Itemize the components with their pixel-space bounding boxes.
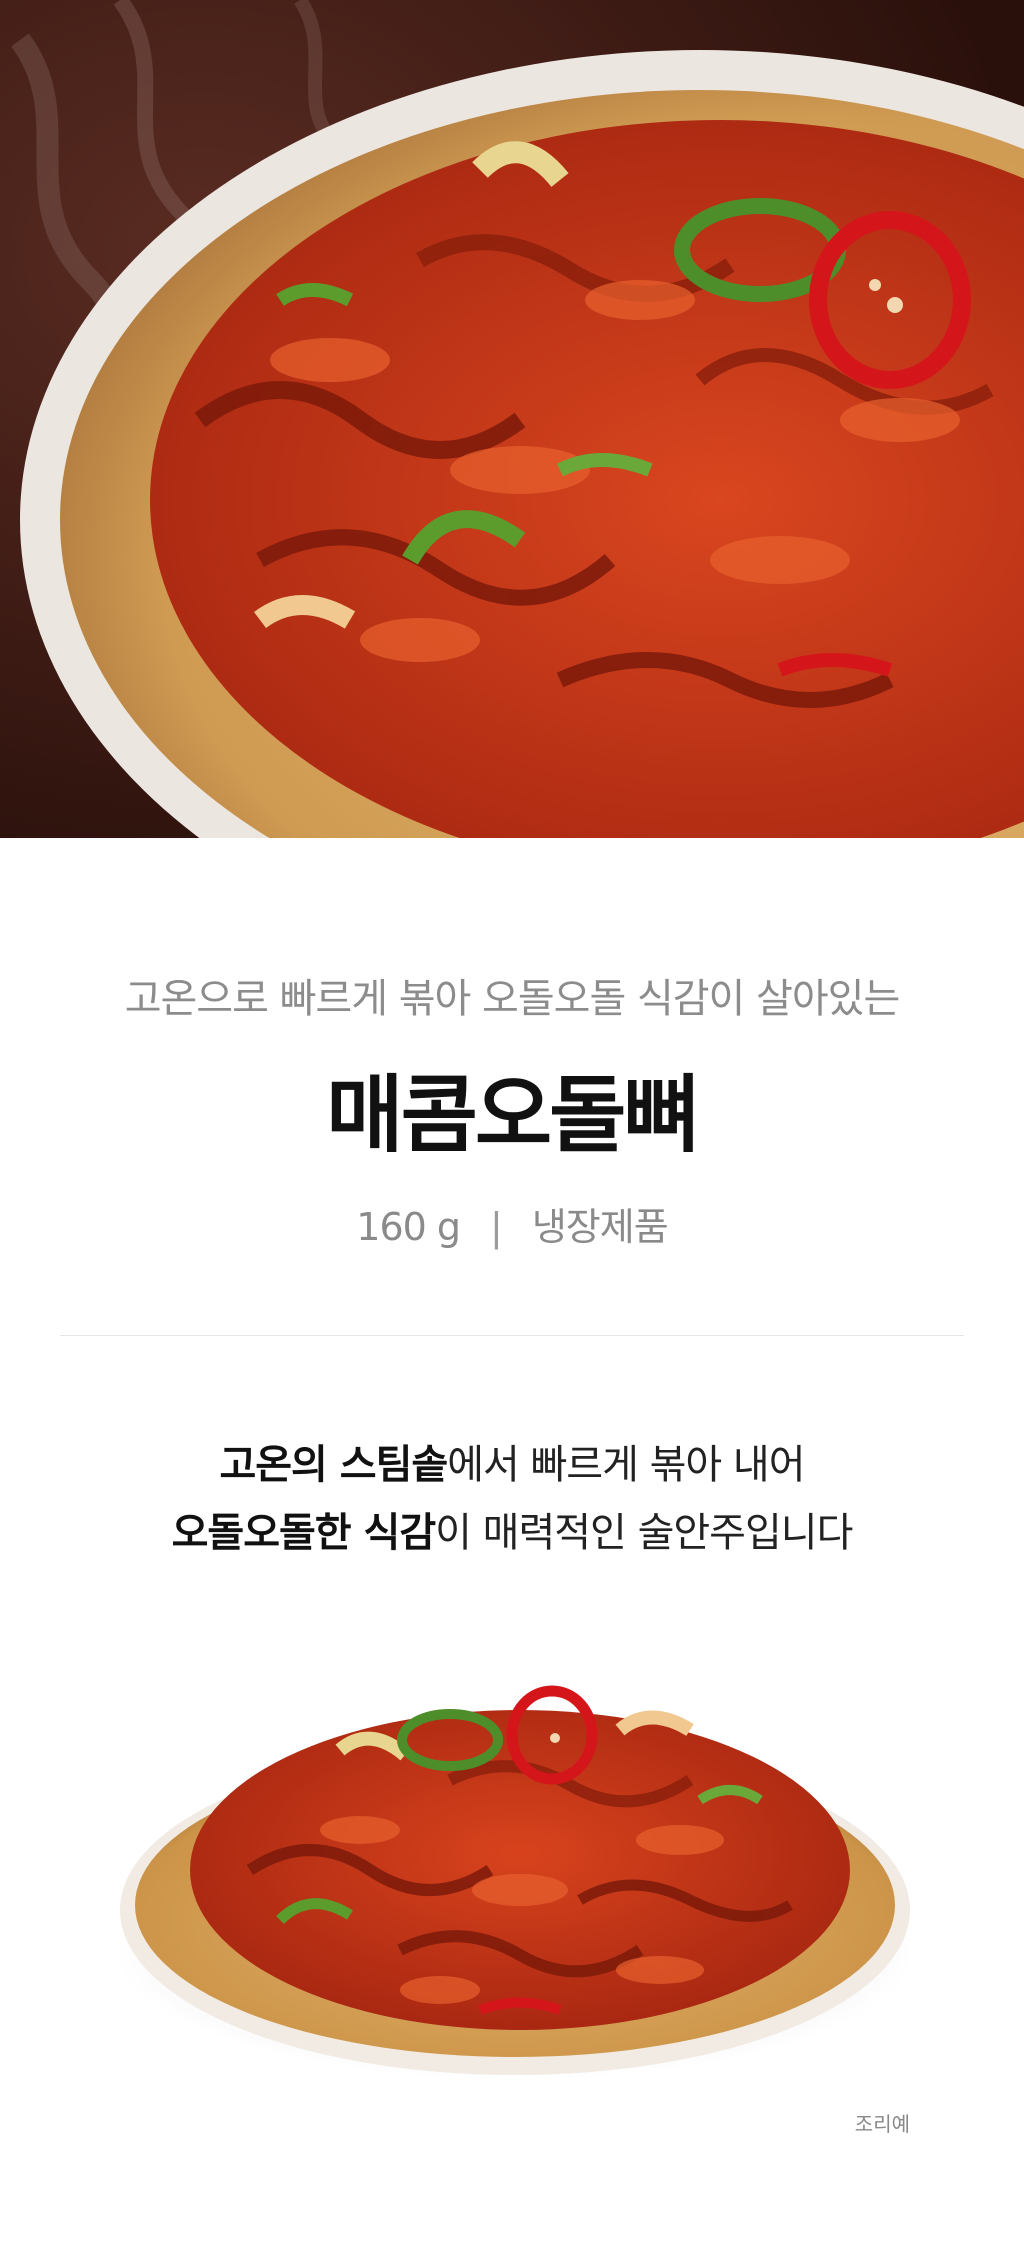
spec-separator: | bbox=[490, 1205, 503, 1249]
description-line-2: 오돌오돌한 식감이 매력적인 술안주입니다 bbox=[0, 1500, 1024, 1558]
product-title: 매콤오돌뼈 bbox=[326, 1066, 700, 1164]
product-storage: 냉장제품 bbox=[531, 1205, 669, 1249]
description-line-1: 고온의 스팀솥에서 빠르게 볶아 내어 bbox=[0, 1432, 1024, 1490]
plated-dish-photo bbox=[100, 1620, 930, 2100]
plated-dish-illustration bbox=[115, 1685, 915, 2080]
section-divider bbox=[60, 1335, 964, 1336]
hero-food-photo bbox=[0, 0, 1024, 838]
product-spec: 160 g | 냉장제품 bbox=[0, 1196, 1024, 1251]
description-line-2-emphasis: 오돌오돌한 식감 bbox=[171, 1510, 437, 1556]
photo-caption: 조리예 bbox=[854, 2112, 910, 2136]
description-line-1-text: 에서 빠르게 볶아 내어 bbox=[447, 1442, 805, 1488]
product-weight: 160 g bbox=[356, 1205, 461, 1249]
description-line-2-text: 이 매력적인 술안주입니다 bbox=[435, 1510, 853, 1556]
hero-food-illustration bbox=[0, 0, 1024, 838]
product-subtitle: 고온으로 빠르게 볶아 오돌오돌 식감이 살아있는 bbox=[124, 976, 901, 1022]
description-line-1-emphasis: 고온의 스팀솥 bbox=[219, 1442, 448, 1488]
